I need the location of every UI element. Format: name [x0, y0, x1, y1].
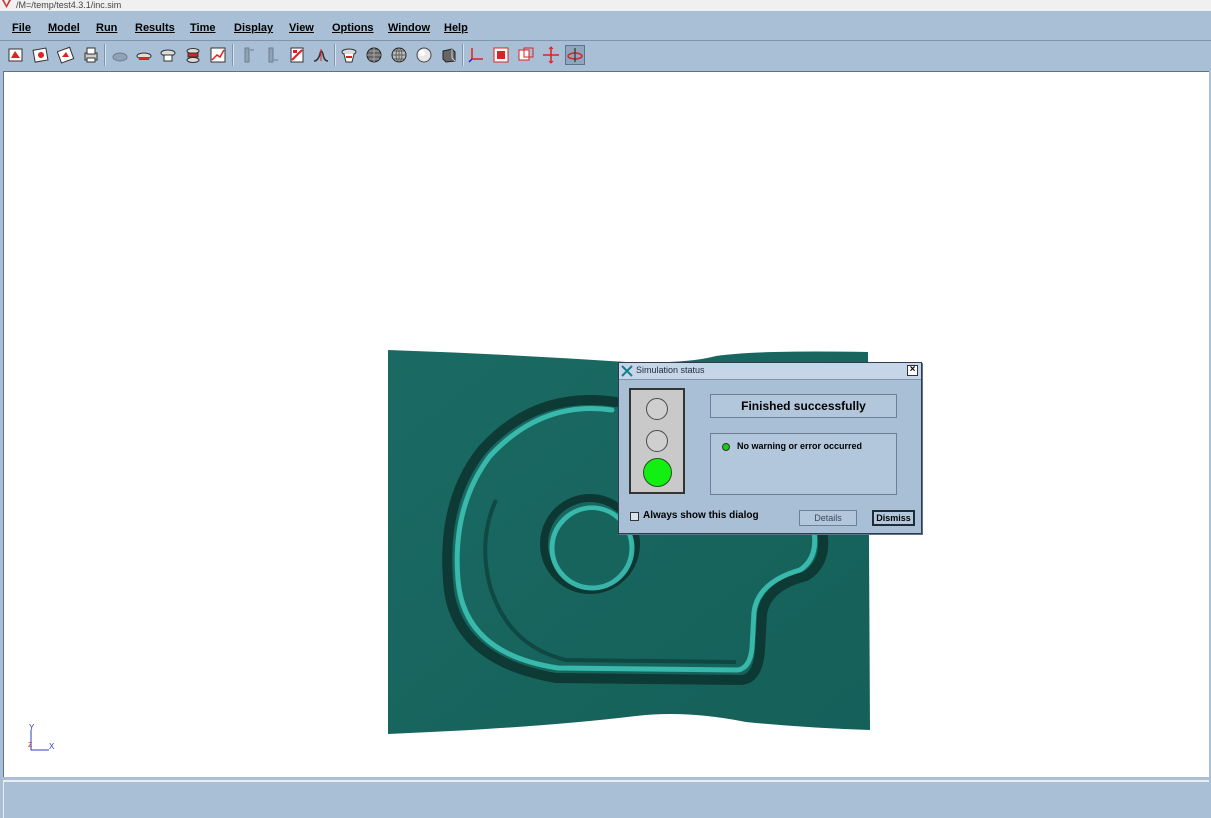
window-titlebar: /M=/temp/test4.3.1/inc.sim: [0, 0, 1211, 11]
menu-options[interactable]: Options: [332, 22, 374, 34]
menu-run[interactable]: Run: [96, 22, 117, 34]
traffic-light-indicator: [629, 388, 685, 494]
details-button[interactable]: Details: [799, 510, 857, 526]
sphere-wire-icon[interactable]: [389, 45, 409, 65]
open-file-icon[interactable]: [31, 45, 51, 65]
save-model-icon[interactable]: [56, 45, 76, 65]
shell-view-icon[interactable]: [339, 45, 359, 65]
menu-view[interactable]: View: [289, 22, 314, 34]
menu-help[interactable]: Help: [444, 22, 468, 34]
rotate-icon[interactable]: [565, 45, 585, 65]
menu-results[interactable]: Results: [135, 22, 175, 34]
pan-icon[interactable]: [541, 45, 561, 65]
zoom-window-icon[interactable]: [516, 45, 536, 65]
section-icon[interactable]: [439, 45, 459, 65]
menu-display[interactable]: Display: [234, 22, 273, 34]
window-title: /M=/temp/test4.3.1/inc.sim: [16, 0, 122, 10]
curve-icon[interactable]: [208, 45, 228, 65]
toolbar-separator: [232, 44, 234, 66]
sphere-solid-icon[interactable]: [414, 45, 434, 65]
toolbar-separator: [104, 44, 106, 66]
axis-x-label: X: [49, 742, 55, 751]
traffic-light-middle-lamp: [646, 430, 668, 452]
ok-status-icon: [722, 443, 730, 451]
traffic-light-top-lamp: [646, 398, 668, 420]
axes-icon[interactable]: [466, 45, 486, 65]
axis-z-label: Z: [28, 742, 33, 749]
menu-bar: File Model Run Results Time Display View…: [0, 18, 1211, 40]
mesh-disabled-icon[interactable]: [110, 45, 130, 65]
fit-view-icon[interactable]: [491, 45, 511, 65]
menu-model[interactable]: Model: [48, 22, 80, 34]
simulation-status-dialog: Simulation status × Finished successfull…: [618, 362, 922, 534]
always-show-label[interactable]: Always show this dialog: [643, 510, 759, 521]
dialog-titlebar[interactable]: Simulation status ×: [619, 363, 921, 380]
material-icon[interactable]: [158, 45, 178, 65]
status-bar: [3, 780, 1209, 818]
message-text: No warning or error occurred: [737, 441, 863, 451]
dialog-title: Simulation status: [636, 365, 705, 375]
distribution-curve-icon[interactable]: [311, 45, 331, 65]
close-icon[interactable]: ×: [907, 365, 918, 376]
message-list: No warning or error occurred: [710, 433, 897, 495]
step-back-icon[interactable]: [238, 45, 258, 65]
result-plot-icon[interactable]: [287, 45, 307, 65]
dialog-app-icon: [621, 365, 633, 377]
component-icon[interactable]: [134, 45, 154, 65]
status-headline: Finished successfully: [710, 394, 897, 418]
axis-triad: Y X Z: [25, 723, 65, 756]
print-icon[interactable]: [81, 45, 101, 65]
process-icon[interactable]: [183, 45, 203, 65]
always-show-checkbox[interactable]: [630, 512, 639, 521]
traffic-light-green-lamp: [643, 458, 672, 487]
axis-y-label: Y: [29, 723, 35, 732]
menu-window[interactable]: Window: [388, 22, 430, 34]
step-forward-icon[interactable]: [262, 45, 282, 65]
menu-file[interactable]: File: [12, 22, 31, 34]
sphere-mesh-icon[interactable]: [364, 45, 384, 65]
open-model-icon[interactable]: [6, 45, 26, 65]
menu-time[interactable]: Time: [190, 22, 215, 34]
app-logo-icon: [2, 0, 11, 8]
toolbar-separator: [462, 44, 464, 66]
toolbar-separator: [334, 44, 336, 66]
toolbar: [0, 40, 1211, 70]
dismiss-button[interactable]: Dismiss: [872, 510, 915, 526]
